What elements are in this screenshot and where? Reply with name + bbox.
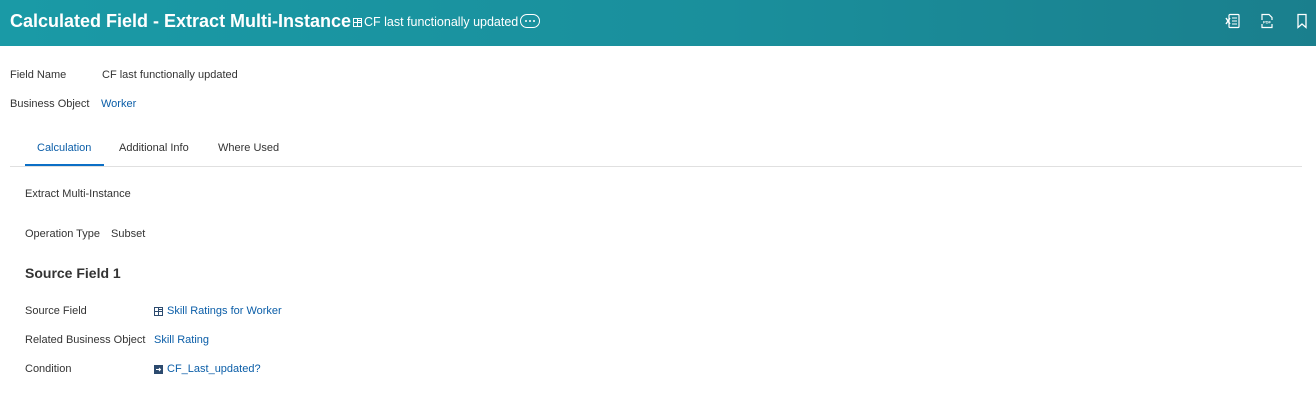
tab-where-used[interactable]: Where Used [218, 142, 279, 154]
business-object-label: Business Object [10, 98, 90, 110]
more-dot [529, 20, 531, 22]
bookmark-button[interactable] [1293, 12, 1311, 30]
instance-link[interactable]: CF last functionally updated [353, 14, 518, 30]
tab-calculation[interactable]: Calculation [37, 142, 91, 154]
instance-label: CF last functionally updated [364, 15, 519, 29]
export-excel-icon [1225, 13, 1240, 29]
calculated-field-icon [154, 364, 163, 374]
more-options-button[interactable] [520, 14, 540, 28]
export-pdf-button[interactable]: PDF [1258, 12, 1276, 30]
bookmark-icon [1297, 13, 1307, 29]
business-object-link[interactable]: Worker [101, 98, 136, 110]
export-pdf-icon: PDF [1261, 13, 1273, 29]
condition-value: CF_Last_updated? [167, 363, 261, 375]
more-dot [525, 20, 527, 22]
condition-label: Condition [25, 363, 72, 375]
tab-divider [10, 166, 1302, 167]
field-icon [154, 306, 163, 316]
related-business-object-label: Related Business Object [25, 334, 146, 346]
field-name-value: CF last functionally updated [102, 69, 238, 81]
export-excel-button[interactable] [1224, 12, 1242, 30]
tab-additional-info[interactable]: Additional Info [119, 142, 189, 154]
condition-link[interactable]: CF_Last_updated? [154, 363, 261, 375]
operation-type-value: Subset [111, 228, 146, 240]
source-field-value: Skill Ratings for Worker [167, 305, 282, 317]
section-title: Source Field 1 [25, 265, 121, 281]
page-title: Calculated Field - Extract Multi-Instanc… [10, 11, 352, 31]
field-name-label: Field Name [10, 69, 67, 81]
svg-text:PDF: PDF [1263, 19, 1272, 24]
operation-type-label: Operation Type [25, 228, 101, 240]
related-actions-icon [353, 17, 362, 27]
source-field-link[interactable]: Skill Ratings for Worker [154, 305, 282, 317]
source-field-label: Source Field [25, 305, 87, 317]
page-header: Calculated Field - Extract Multi-Instanc… [0, 0, 1316, 46]
calculation-type-text: Extract Multi-Instance [25, 188, 131, 200]
related-business-object-link[interactable]: Skill Rating [154, 334, 209, 346]
more-dot [533, 20, 535, 22]
